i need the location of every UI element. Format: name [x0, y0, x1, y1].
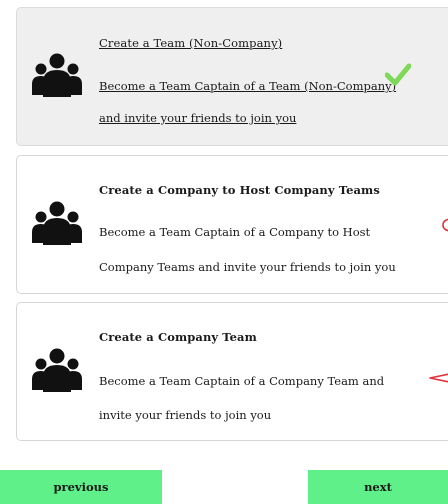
option-description-line-2: and invite your friends to join you: [99, 111, 297, 125]
previous-button[interactable]: previous: [0, 470, 162, 504]
group-icon: [32, 53, 82, 97]
option-description-line-1: Become a Team Captain of a Company Team …: [99, 374, 385, 388]
option-title: Create a Company Team: [99, 330, 257, 344]
option-description-line-1: Become a Team Captain of a Team (Non-Com…: [99, 79, 397, 93]
option-card-company-host[interactable]: Create a Company to Host Company Teams B…: [16, 155, 448, 294]
option-title: Create a Company to Host Company Teams: [99, 183, 380, 197]
option-card-team-non-company[interactable]: Create a Team (Non-Company) Become a Tea…: [16, 7, 448, 146]
group-icon: [32, 201, 82, 245]
option-card-company-team[interactable]: Create a Company Team Become a Team Capt…: [16, 302, 448, 441]
option-description-line-2: invite your friends to join you: [99, 408, 272, 422]
option-description-line-1: Become a Team Captain of a Company to Ho…: [99, 225, 371, 239]
option-description-line-2: Company Teams and invite your friends to…: [99, 260, 396, 274]
arrow-pointer-icon: [429, 373, 448, 383]
group-icon: [32, 348, 82, 392]
edge-annotation-mark: [442, 218, 448, 232]
option-title: Create a Team (Non-Company): [99, 36, 283, 50]
next-button[interactable]: next: [308, 470, 448, 504]
checkmark-icon: [385, 63, 411, 86]
